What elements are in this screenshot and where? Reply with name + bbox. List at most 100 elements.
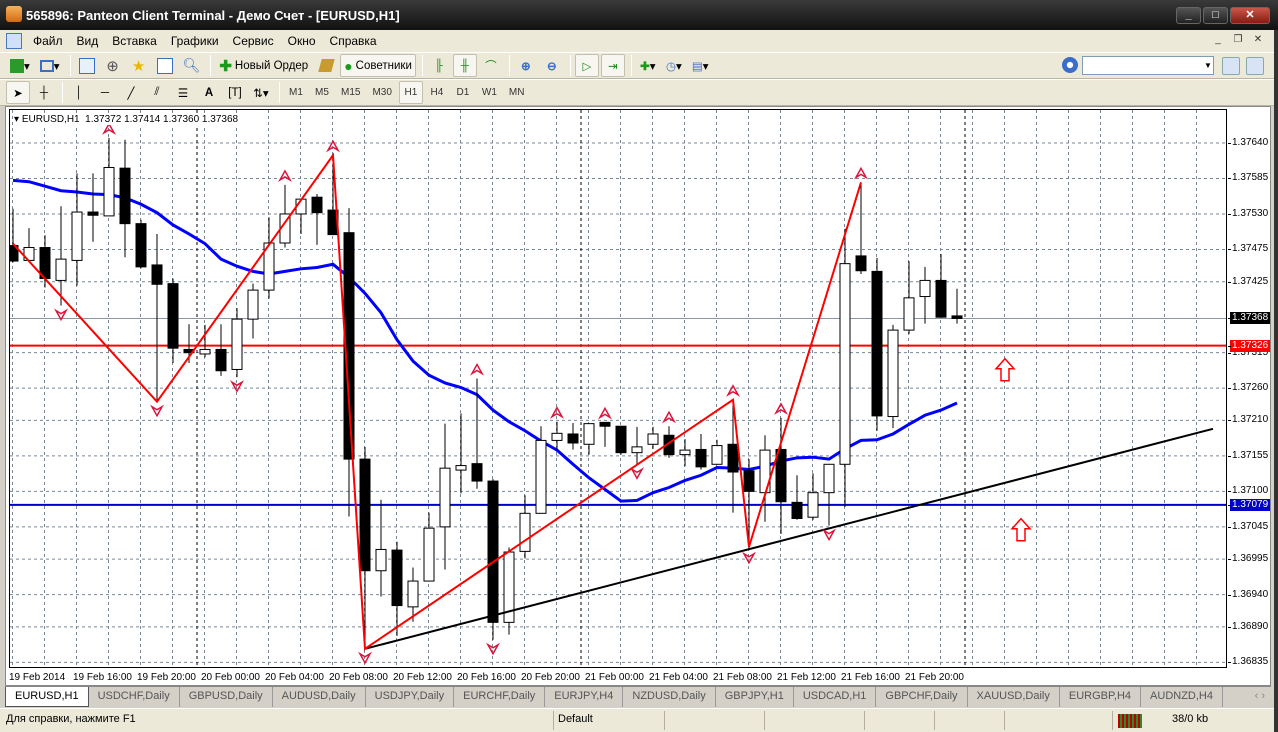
menu-view[interactable]: Вид	[70, 34, 106, 48]
experts-toggle-button[interactable]: ● Советники	[340, 54, 416, 77]
candlestick-icon: ╫	[460, 59, 469, 72]
chart-window-icon[interactable]	[6, 33, 22, 49]
candle-bullish	[407, 580, 419, 608]
app-icon	[6, 6, 22, 22]
chart-tab[interactable]: USDCHF,Daily	[89, 687, 180, 707]
candle-bearish	[487, 480, 499, 623]
candle-bearish	[119, 167, 131, 225]
time-axis[interactable]: 19 Feb 2014 19 Feb 16:00 19 Feb 20:00 20 Fe…	[9, 669, 1227, 685]
price-label: 1.37155	[1232, 449, 1269, 461]
timeframe-m15[interactable]: M15	[336, 81, 365, 104]
vertical-line-button[interactable]: │	[67, 81, 91, 104]
community-button[interactable]	[1246, 57, 1264, 75]
chart-plot-area[interactable]: ▾ EURUSD,H1 1.37372 1.37414 1.37360 1.37…	[9, 109, 1227, 668]
menu-insert[interactable]: Вставка	[105, 34, 164, 48]
chart-tab[interactable]: AUDNZD,H4	[1141, 687, 1223, 707]
search-input[interactable]: ▼	[1082, 56, 1214, 75]
data-window-button[interactable]: ⊕	[101, 54, 125, 77]
chart-tab[interactable]: AUDUSD,Daily	[273, 687, 366, 707]
connection-status-icon[interactable]	[1118, 714, 1142, 728]
candle-bearish	[391, 549, 403, 607]
zoom-in-button[interactable]: ⊕	[514, 54, 538, 77]
time-label: 21 Feb 16:00	[841, 672, 900, 683]
chart-tab[interactable]: EURUSD,H1	[5, 687, 89, 707]
candle-chart-button[interactable]: ╫	[452, 54, 477, 77]
chart-tab[interactable]: EURGBP,H4	[1060, 687, 1142, 707]
timeframe-m1[interactable]: M1	[284, 81, 308, 104]
menu-file[interactable]: Файл	[26, 34, 70, 48]
timeframe-h4[interactable]: H4	[425, 81, 449, 104]
indicators-button[interactable]: ✚ ▾	[636, 54, 660, 77]
tab-scroll-arrows[interactable]: ‹ ›	[1255, 687, 1271, 707]
candle-bullish	[247, 289, 259, 320]
templates-button[interactable]: ▤ ▾	[688, 54, 713, 77]
bar-chart-button[interactable]: ╟	[427, 54, 451, 77]
autoscroll-button[interactable]: ▷	[574, 54, 599, 77]
search-button[interactable]	[1222, 57, 1240, 75]
price-tick	[1228, 491, 1231, 493]
price-axis[interactable]: 1.37640 1.37585 1.37530 1.37475 1.37425 1.373…	[1228, 107, 1272, 687]
timeframe-mn[interactable]: MN	[504, 81, 530, 104]
clock-icon: ◷	[665, 60, 676, 73]
maximize-button[interactable]: □	[1203, 7, 1228, 24]
line-chart-button[interactable]: ⌒	[479, 54, 503, 77]
chart-tab[interactable]: GBPCHF,Daily	[876, 687, 968, 707]
chart-tab[interactable]: USDCAD,H1	[794, 687, 877, 707]
strategy-tester-button[interactable]: 🔍︎	[179, 54, 205, 77]
chart-tab[interactable]: XAUUSD,Daily	[968, 687, 1060, 707]
arrows-button[interactable]: ⇅▾	[249, 81, 273, 104]
fibonacci-button[interactable]: ☰	[171, 81, 195, 104]
chart-tab[interactable]: GBPJPY,H1	[716, 687, 794, 707]
new-order-button[interactable]: ✚ Новый Ордер	[215, 54, 312, 77]
timeframe-w1[interactable]: W1	[477, 81, 502, 104]
minimize-button[interactable]: _	[1176, 7, 1201, 24]
title-bar: 565896: Panteon Client Terminal - Демо С…	[0, 0, 1278, 30]
horizontal-line-button[interactable]: ─	[93, 81, 117, 104]
autoscroll-icon: ▷	[582, 60, 592, 73]
metaeditor-button[interactable]	[314, 54, 338, 77]
chart-tab[interactable]: EURJPY,H4	[545, 687, 624, 707]
fractal-up-icon	[725, 384, 741, 397]
chart-tab[interactable]: USDJPY,Daily	[366, 687, 455, 707]
new-chart-button[interactable]: ▾	[6, 54, 34, 77]
navigator-button[interactable]: ★	[127, 54, 151, 77]
fractal-up-icon	[277, 169, 293, 183]
price-chart[interactable]	[10, 110, 1227, 668]
menu-charts[interactable]: Графики	[164, 34, 226, 48]
timeframe-d1[interactable]: D1	[451, 81, 475, 104]
menu-window[interactable]: Окно	[281, 34, 323, 48]
trendline-button[interactable]: ╱	[119, 81, 143, 104]
menu-help[interactable]: Справка	[323, 34, 384, 48]
timeframe-m30[interactable]: M30	[367, 81, 396, 104]
periods-button[interactable]: ◷ ▾	[662, 54, 686, 77]
chart-tab[interactable]: GBPUSD,Daily	[180, 687, 273, 707]
zoom-out-button[interactable]: ⊖	[540, 54, 564, 77]
time-label: 20 Feb 12:00	[393, 672, 452, 683]
terminal-button[interactable]	[153, 54, 177, 77]
text-label-button[interactable]: [T]	[223, 81, 247, 104]
menu-tools[interactable]: Сервис	[226, 34, 281, 48]
cursor-button[interactable]: ➤	[6, 81, 30, 104]
chevron-down-icon[interactable]: ▼	[1203, 57, 1213, 74]
mdi-close-button[interactable]: ✕	[1250, 33, 1266, 48]
fractal-down-icon	[821, 528, 837, 542]
mdi-minimize-button[interactable]: _	[1210, 33, 1226, 48]
price-label: 1.36940	[1232, 588, 1269, 600]
crosshair-button[interactable]: ┼	[32, 81, 56, 104]
candle-bullish	[679, 449, 691, 456]
timeframe-h1[interactable]: H1	[398, 81, 423, 104]
profiles-button[interactable]: ▾	[36, 54, 64, 77]
equidistant-channel-button[interactable]: ⫽	[145, 81, 169, 104]
vertical-line-icon: │	[75, 86, 83, 99]
timeframe-m5[interactable]: M5	[310, 81, 334, 104]
chart-tab[interactable]: NZDUSD,Daily	[623, 687, 716, 707]
close-button[interactable]: ✕	[1230, 7, 1270, 24]
mdi-restore-button[interactable]: ❐	[1230, 33, 1246, 48]
market-watch-button[interactable]	[75, 54, 99, 77]
gear-icon[interactable]	[1062, 57, 1078, 73]
text-button[interactable]: A	[197, 81, 221, 104]
chart-tab[interactable]: EURCHF,Daily	[454, 687, 546, 707]
candle-bearish	[167, 283, 179, 349]
book-icon	[317, 59, 335, 72]
chart-shift-button[interactable]: ⇥	[600, 54, 625, 77]
